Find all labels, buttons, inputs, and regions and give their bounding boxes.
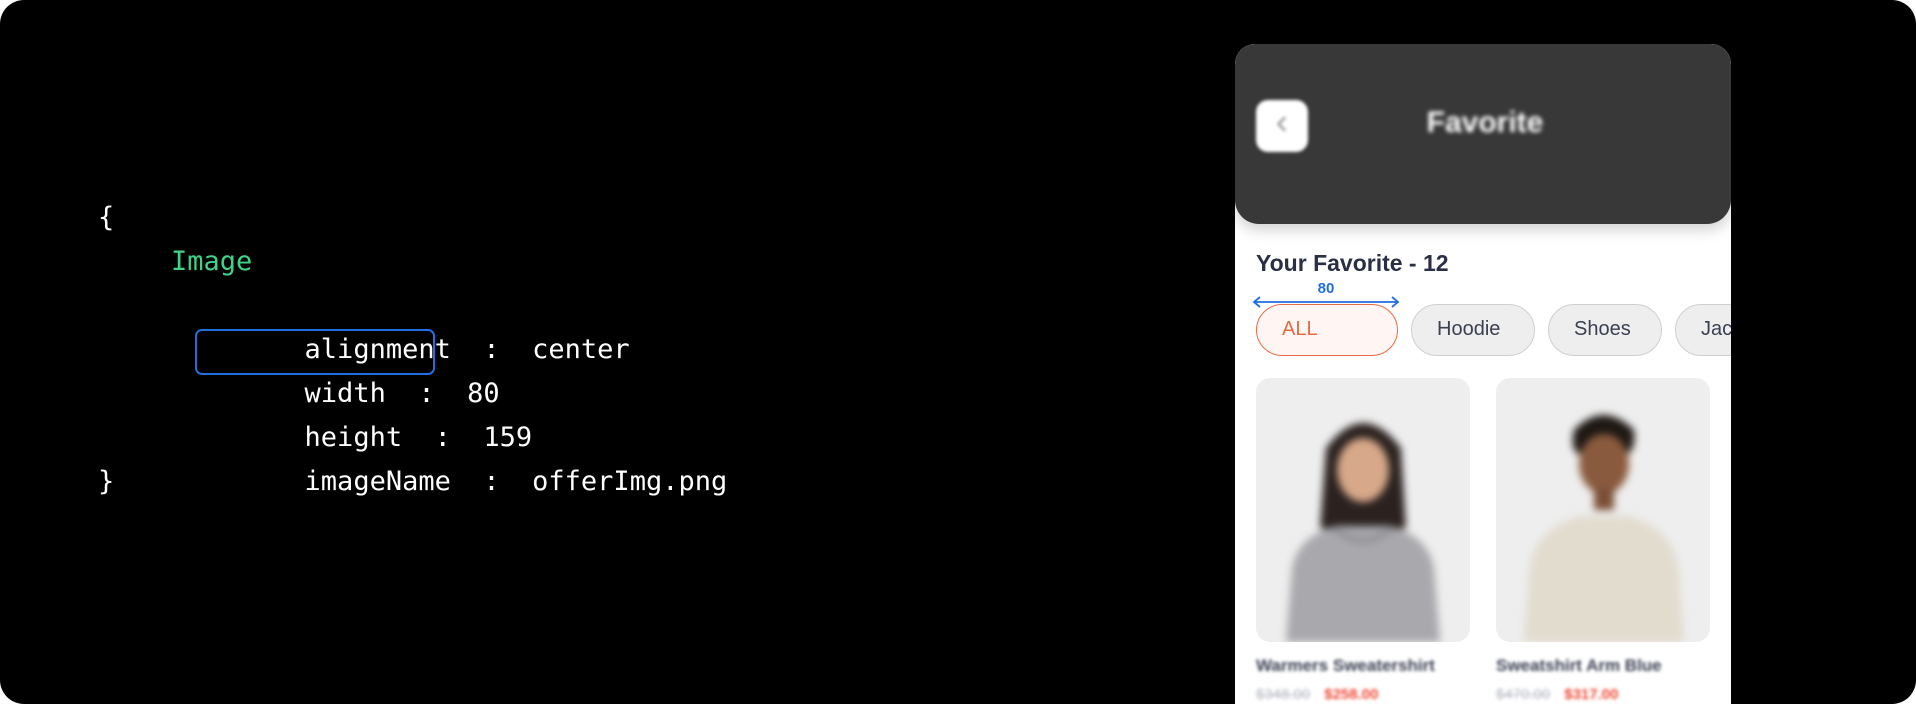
old-price: $348.00	[1256, 686, 1311, 703]
property-height: height : 159	[207, 372, 533, 453]
chip-all[interactable]: ALL	[1256, 304, 1398, 356]
chip-shoes[interactable]: Shoes	[1548, 304, 1662, 356]
chip-jacket[interactable]: Jacket	[1675, 304, 1731, 356]
old-price: $470.00	[1496, 686, 1551, 703]
product-image[interactable]	[1256, 378, 1470, 642]
phone-preview: Favorite Your Favorite - 12 80 ALL Hoodi…	[1235, 44, 1731, 704]
product-name: Warmers Sweatershirt	[1256, 656, 1435, 675]
property-alignment: alignment : center	[207, 284, 630, 365]
page-title: Favorite	[1426, 106, 1544, 139]
section-title: Your Favorite - 12	[1256, 250, 1449, 276]
product-photo	[1524, 415, 1684, 642]
filter-chips: ALL Hoodie Shoes Jacket	[1256, 304, 1731, 356]
product-name: Sweatshirt Arm Blue	[1496, 656, 1662, 675]
property-width: width : 80	[207, 328, 500, 409]
close-brace: }	[98, 466, 115, 497]
property-separator: :	[483, 466, 500, 497]
product-prices: $470.00 $317.00	[1496, 686, 1618, 703]
header-bar: Favorite	[1235, 44, 1731, 224]
open-brace: {	[98, 202, 115, 233]
component-type: Image	[171, 246, 253, 277]
product-photo	[1286, 423, 1440, 642]
property-value: offerImg.png	[532, 466, 728, 497]
property-value: center	[532, 334, 630, 365]
sale-price: $317.00	[1564, 686, 1619, 703]
code-snippet: { Image alignment : center width : 80 he…	[98, 196, 727, 661]
measurement-label: 80	[1317, 280, 1335, 297]
property-image-name: imageName : offerImg.png	[207, 416, 728, 497]
product-image[interactable]	[1496, 378, 1710, 642]
canvas: { Image alignment : center width : 80 he…	[0, 0, 1916, 704]
product-prices: $348.00 $258.00	[1256, 686, 1378, 703]
chip-hoodie[interactable]: Hoodie	[1411, 304, 1535, 356]
property-key: imageName	[304, 466, 451, 497]
sale-price: $258.00	[1324, 686, 1379, 703]
